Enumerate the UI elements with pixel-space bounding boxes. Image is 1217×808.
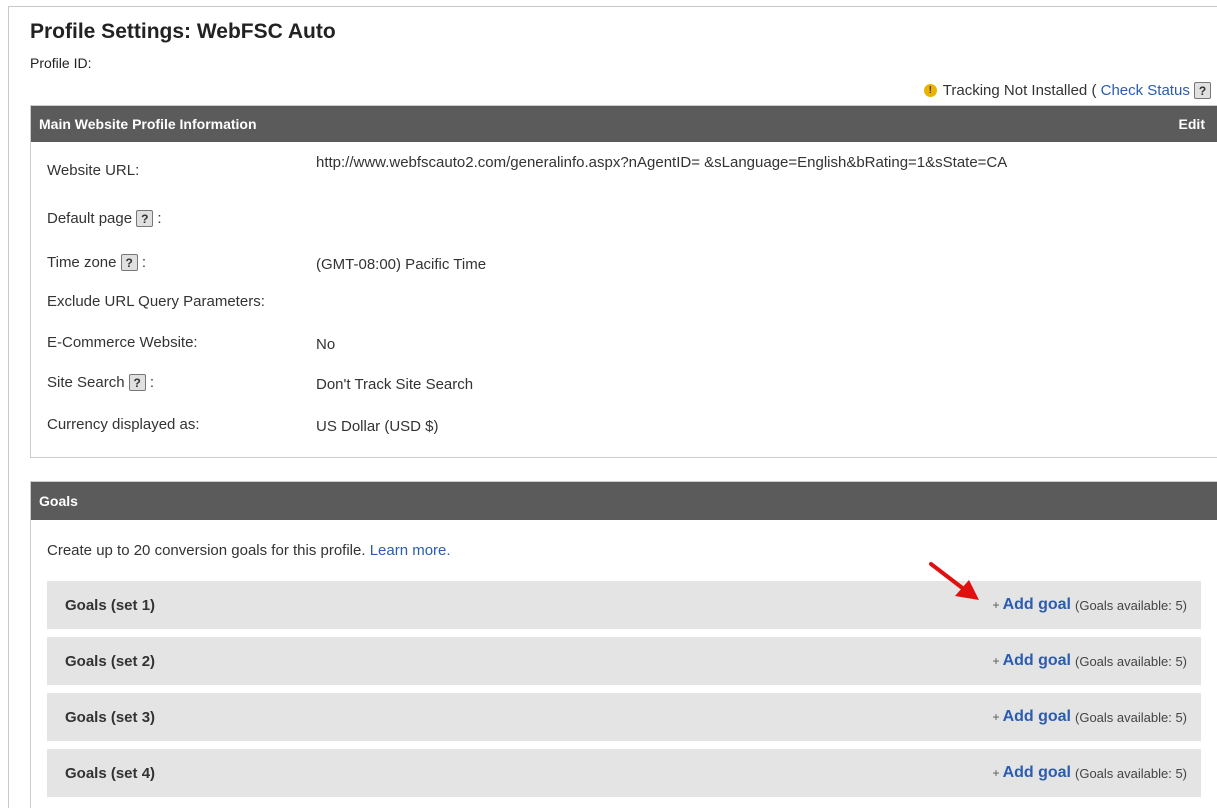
- site-search-colon: :: [149, 374, 155, 391]
- add-goal-link[interactable]: Add goal: [1003, 764, 1071, 782]
- check-status-link[interactable]: Check Status: [1101, 82, 1190, 99]
- default-page-row: Default page ? :: [47, 210, 162, 227]
- goals-available: (Goals available: 5): [1075, 597, 1187, 613]
- help-icon[interactable]: ?: [136, 210, 154, 227]
- plus-icon: +: [992, 766, 1000, 780]
- help-icon[interactable]: ?: [1194, 82, 1211, 99]
- ecommerce-value: No: [316, 336, 336, 353]
- tracking-status-text: Tracking Not Installed (: [942, 82, 1097, 99]
- main-info-header: Main Website Profile Information Edit: [31, 106, 1217, 142]
- ecommerce-label: E-Commerce Website:: [47, 334, 198, 351]
- profile-id-label: Profile ID:: [30, 55, 92, 71]
- edit-link[interactable]: Edit: [1179, 116, 1205, 132]
- site-search-value: Don't Track Site Search: [316, 376, 474, 393]
- main-info-heading: Main Website Profile Information: [39, 116, 257, 132]
- website-url-value: http://www.webfscauto2.com/generalinfo.a…: [316, 154, 1008, 171]
- exclude-params-label: Exclude URL Query Parameters:: [47, 293, 265, 310]
- add-goal-link[interactable]: Add goal: [1003, 652, 1071, 670]
- goal-set-actions: + Add goal (Goals available: 5): [993, 708, 1187, 726]
- add-goal-link[interactable]: Add goal: [1003, 708, 1071, 726]
- help-icon[interactable]: ?: [128, 374, 146, 391]
- time-zone-label: Time zone: [47, 254, 117, 271]
- time-zone-colon: :: [141, 254, 146, 271]
- help-icon[interactable]: ?: [120, 254, 138, 271]
- currency-value: US Dollar (USD $): [316, 418, 439, 435]
- website-url-label: Website URL:: [47, 162, 140, 179]
- plus-icon: +: [992, 598, 1000, 612]
- currency-label: Currency displayed as:: [47, 416, 200, 433]
- goals-available: (Goals available: 5): [1075, 709, 1187, 725]
- time-zone-value: (GMT-08:00) Pacific Time: [316, 256, 487, 273]
- goal-set-name: Goals (set 2): [65, 652, 156, 670]
- page-title: Profile Settings: WebFSC Auto: [30, 20, 336, 43]
- goals-intro-text: Create up to 20 conversion goals for thi…: [47, 542, 366, 559]
- goals-available: (Goals available: 5): [1075, 653, 1187, 669]
- tracking-status: ! Tracking Not Installed ( Check Status …: [923, 82, 1211, 99]
- default-page-colon: :: [157, 210, 162, 227]
- goals-intro: Create up to 20 conversion goals for thi…: [47, 542, 451, 559]
- goal-set-row: Goals (set 3) + Add goal (Goals availabl…: [47, 693, 1201, 741]
- time-zone-row: Time zone ? :: [47, 254, 146, 271]
- goals-available: (Goals available: 5): [1075, 765, 1187, 781]
- site-search-row: Site Search ? :: [47, 374, 154, 391]
- goal-set-name: Goals (set 4): [65, 764, 156, 782]
- add-goal-link[interactable]: Add goal: [1003, 596, 1071, 614]
- goal-set-name: Goals (set 1): [65, 596, 156, 614]
- goal-set-actions: + Add goal (Goals available: 5): [993, 764, 1187, 782]
- goal-set-row: Goals (set 1) + Add goal (Goals availabl…: [47, 581, 1201, 629]
- goals-header: Goals: [31, 482, 1217, 520]
- default-page-label: Default page: [47, 210, 133, 227]
- plus-icon: +: [992, 710, 1000, 724]
- site-search-label: Site Search: [47, 374, 125, 391]
- main-info-panel: Main Website Profile Information Edit We…: [30, 105, 1217, 458]
- goal-set-actions: + Add goal (Goals available: 5): [993, 596, 1187, 614]
- goal-set-row: Goals (set 4) + Add goal (Goals availabl…: [47, 749, 1201, 797]
- goals-heading: Goals: [39, 493, 78, 509]
- goal-set-name: Goals (set 3): [65, 708, 156, 726]
- goals-panel: Goals Create up to 20 conversion goals f…: [30, 481, 1217, 808]
- goal-set-actions: + Add goal (Goals available: 5): [993, 652, 1187, 670]
- learn-more-link[interactable]: Learn more.: [370, 542, 451, 559]
- plus-icon: +: [992, 654, 1000, 668]
- red-arrow-icon: [929, 562, 979, 600]
- goal-set-row: Goals (set 2) + Add goal (Goals availabl…: [47, 637, 1201, 685]
- warning-icon: !: [923, 84, 937, 97]
